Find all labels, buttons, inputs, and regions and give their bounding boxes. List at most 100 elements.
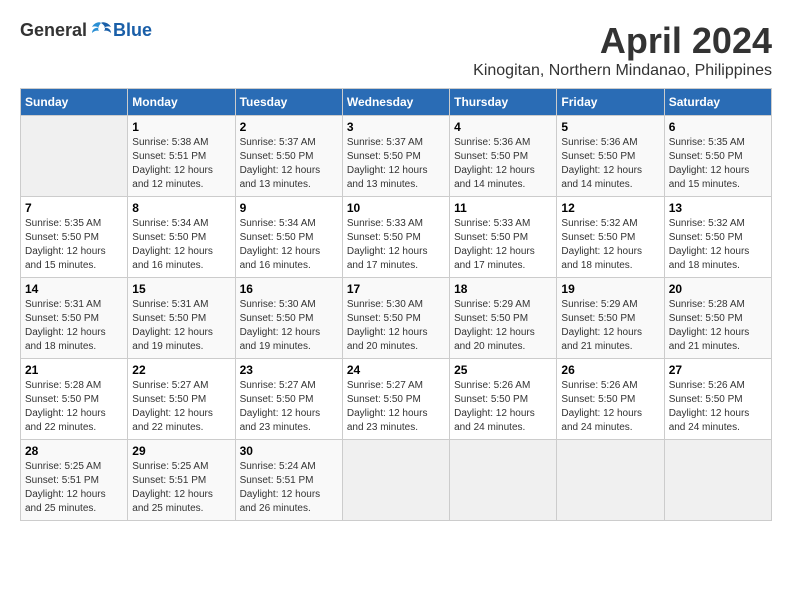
day-number: 29 bbox=[132, 444, 230, 458]
day-info: Sunrise: 5:29 AMSunset: 5:50 PMDaylight:… bbox=[561, 298, 659, 354]
day-number: 30 bbox=[240, 444, 338, 458]
page-header: General Blue April 2024 Kinogitan, North… bbox=[20, 20, 772, 80]
weekday-header-sunday: Sunday bbox=[21, 89, 128, 116]
day-number: 26 bbox=[561, 363, 659, 377]
calendar-cell: 3 Sunrise: 5:37 AMSunset: 5:50 PMDaylight… bbox=[342, 116, 449, 197]
calendar-cell bbox=[342, 440, 449, 521]
day-info: Sunrise: 5:27 AMSunset: 5:50 PMDaylight:… bbox=[347, 379, 445, 435]
calendar-cell: 8 Sunrise: 5:34 AMSunset: 5:50 PMDaylight… bbox=[128, 197, 235, 278]
day-info: Sunrise: 5:32 AMSunset: 5:50 PMDaylight:… bbox=[669, 217, 767, 273]
calendar-cell: 21Sunrise: 5:28 AMSunset: 5:50 PMDayligh… bbox=[21, 359, 128, 440]
day-info: Sunrise: 5:27 AMSunset: 5:50 PMDaylight:… bbox=[240, 379, 338, 435]
calendar-week-row: 21Sunrise: 5:28 AMSunset: 5:50 PMDayligh… bbox=[21, 359, 772, 440]
calendar-cell: 23Sunrise: 5:27 AMSunset: 5:50 PMDayligh… bbox=[235, 359, 342, 440]
calendar-header: SundayMondayTuesdayWednesdayThursdayFrid… bbox=[21, 89, 772, 116]
day-info: Sunrise: 5:31 AMSunset: 5:50 PMDaylight:… bbox=[25, 298, 123, 354]
weekday-header-tuesday: Tuesday bbox=[235, 89, 342, 116]
day-number: 28 bbox=[25, 444, 123, 458]
day-number: 20 bbox=[669, 282, 767, 296]
calendar-week-row: 14 Sunrise: 5:31 AMSunset: 5:50 PMDayligh… bbox=[21, 278, 772, 359]
calendar-cell: 26 Sunrise: 5:26 AMSunset: 5:50 PMDayligh… bbox=[557, 359, 664, 440]
day-info: Sunrise: 5:31 AMSunset: 5:50 PMDaylight:… bbox=[132, 298, 230, 354]
day-info: Sunrise: 5:37 AMSunset: 5:50 PMDaylight:… bbox=[240, 136, 338, 192]
calendar-cell: 18 Sunrise: 5:29 AMSunset: 5:50 PMDayligh… bbox=[450, 278, 557, 359]
day-info: Sunrise: 5:37 AMSunset: 5:50 PMDaylight:… bbox=[347, 136, 445, 192]
calendar-cell: 28 Sunrise: 5:25 AMSunset: 5:51 PMDayligh… bbox=[21, 440, 128, 521]
calendar-week-row: 28 Sunrise: 5:25 AMSunset: 5:51 PMDayligh… bbox=[21, 440, 772, 521]
weekday-header-saturday: Saturday bbox=[664, 89, 771, 116]
logo-blue-text: Blue bbox=[113, 20, 152, 41]
calendar-cell: 2 Sunrise: 5:37 AMSunset: 5:50 PMDaylight… bbox=[235, 116, 342, 197]
day-info: Sunrise: 5:28 AMSunset: 5:50 PMDaylight:… bbox=[669, 298, 767, 354]
day-number: 15 bbox=[132, 282, 230, 296]
calendar-week-row: 7 Sunrise: 5:35 AMSunset: 5:50 PMDaylight… bbox=[21, 197, 772, 278]
month-year-title: April 2024 bbox=[473, 20, 772, 62]
calendar-cell bbox=[450, 440, 557, 521]
day-info: Sunrise: 5:34 AMSunset: 5:50 PMDaylight:… bbox=[132, 217, 230, 273]
calendar-cell: 1 Sunrise: 5:38 AMSunset: 5:51 PMDaylight… bbox=[128, 116, 235, 197]
day-number: 12 bbox=[561, 201, 659, 215]
day-info: Sunrise: 5:26 AMSunset: 5:50 PMDaylight:… bbox=[561, 379, 659, 435]
day-info: Sunrise: 5:30 AMSunset: 5:50 PMDaylight:… bbox=[347, 298, 445, 354]
calendar-cell: 10 Sunrise: 5:33 AMSunset: 5:50 PMDayligh… bbox=[342, 197, 449, 278]
calendar-cell: 20 Sunrise: 5:28 AMSunset: 5:50 PMDayligh… bbox=[664, 278, 771, 359]
calendar-cell: 30 Sunrise: 5:24 AMSunset: 5:51 PMDayligh… bbox=[235, 440, 342, 521]
logo-general-text: General bbox=[20, 20, 87, 41]
calendar-cell bbox=[664, 440, 771, 521]
day-info: Sunrise: 5:30 AMSunset: 5:50 PMDaylight:… bbox=[240, 298, 338, 354]
day-info: Sunrise: 5:24 AMSunset: 5:51 PMDaylight:… bbox=[240, 460, 338, 516]
calendar-cell: 19Sunrise: 5:29 AMSunset: 5:50 PMDayligh… bbox=[557, 278, 664, 359]
day-info: Sunrise: 5:25 AMSunset: 5:51 PMDaylight:… bbox=[25, 460, 123, 516]
day-number: 21 bbox=[25, 363, 123, 377]
day-number: 11 bbox=[454, 201, 552, 215]
calendar-cell: 6Sunrise: 5:35 AMSunset: 5:50 PMDaylight… bbox=[664, 116, 771, 197]
calendar-cell: 5Sunrise: 5:36 AMSunset: 5:50 PMDaylight… bbox=[557, 116, 664, 197]
day-number: 24 bbox=[347, 363, 445, 377]
calendar-cell: 17 Sunrise: 5:30 AMSunset: 5:50 PMDayligh… bbox=[342, 278, 449, 359]
calendar-cell: 27Sunrise: 5:26 AMSunset: 5:50 PMDayligh… bbox=[664, 359, 771, 440]
calendar-cell bbox=[21, 116, 128, 197]
weekday-header-monday: Monday bbox=[128, 89, 235, 116]
day-number: 8 bbox=[132, 201, 230, 215]
calendar-cell: 24 Sunrise: 5:27 AMSunset: 5:50 PMDayligh… bbox=[342, 359, 449, 440]
calendar-table: SundayMondayTuesdayWednesdayThursdayFrid… bbox=[20, 88, 772, 521]
day-number: 17 bbox=[347, 282, 445, 296]
day-number: 4 bbox=[454, 120, 552, 134]
day-info: Sunrise: 5:26 AMSunset: 5:50 PMDaylight:… bbox=[454, 379, 552, 435]
day-info: Sunrise: 5:33 AMSunset: 5:50 PMDaylight:… bbox=[347, 217, 445, 273]
day-number: 2 bbox=[240, 120, 338, 134]
day-info: Sunrise: 5:25 AMSunset: 5:51 PMDaylight:… bbox=[132, 460, 230, 516]
calendar-cell: 29 Sunrise: 5:25 AMSunset: 5:51 PMDayligh… bbox=[128, 440, 235, 521]
day-number: 25 bbox=[454, 363, 552, 377]
day-number: 13 bbox=[669, 201, 767, 215]
location-subtitle: Kinogitan, Northern Mindanao, Philippine… bbox=[473, 62, 772, 80]
day-number: 1 bbox=[132, 120, 230, 134]
day-info: Sunrise: 5:27 AMSunset: 5:50 PMDaylight:… bbox=[132, 379, 230, 435]
day-info: Sunrise: 5:35 AMSunset: 5:50 PMDaylight:… bbox=[669, 136, 767, 192]
calendar-cell: 4 Sunrise: 5:36 AMSunset: 5:50 PMDaylight… bbox=[450, 116, 557, 197]
calendar-body: 1 Sunrise: 5:38 AMSunset: 5:51 PMDaylight… bbox=[21, 116, 772, 521]
title-section: April 2024 Kinogitan, Northern Mindanao,… bbox=[473, 20, 772, 80]
day-info: Sunrise: 5:29 AMSunset: 5:50 PMDaylight:… bbox=[454, 298, 552, 354]
day-number: 14 bbox=[25, 282, 123, 296]
day-number: 7 bbox=[25, 201, 123, 215]
day-info: Sunrise: 5:36 AMSunset: 5:50 PMDaylight:… bbox=[561, 136, 659, 192]
calendar-week-row: 1 Sunrise: 5:38 AMSunset: 5:51 PMDaylight… bbox=[21, 116, 772, 197]
weekday-header-thursday: Thursday bbox=[450, 89, 557, 116]
weekday-header-wednesday: Wednesday bbox=[342, 89, 449, 116]
day-number: 3 bbox=[347, 120, 445, 134]
day-number: 22 bbox=[132, 363, 230, 377]
day-number: 18 bbox=[454, 282, 552, 296]
calendar-cell: 16Sunrise: 5:30 AMSunset: 5:50 PMDayligh… bbox=[235, 278, 342, 359]
day-info: Sunrise: 5:36 AMSunset: 5:50 PMDaylight:… bbox=[454, 136, 552, 192]
day-info: Sunrise: 5:38 AMSunset: 5:51 PMDaylight:… bbox=[132, 136, 230, 192]
day-info: Sunrise: 5:34 AMSunset: 5:50 PMDaylight:… bbox=[240, 217, 338, 273]
calendar-cell: 9Sunrise: 5:34 AMSunset: 5:50 PMDaylight… bbox=[235, 197, 342, 278]
day-info: Sunrise: 5:26 AMSunset: 5:50 PMDaylight:… bbox=[669, 379, 767, 435]
calendar-cell: 7 Sunrise: 5:35 AMSunset: 5:50 PMDaylight… bbox=[21, 197, 128, 278]
calendar-cell bbox=[557, 440, 664, 521]
day-info: Sunrise: 5:35 AMSunset: 5:50 PMDaylight:… bbox=[25, 217, 123, 273]
calendar-cell: 15 Sunrise: 5:31 AMSunset: 5:50 PMDayligh… bbox=[128, 278, 235, 359]
day-info: Sunrise: 5:32 AMSunset: 5:50 PMDaylight:… bbox=[561, 217, 659, 273]
day-number: 10 bbox=[347, 201, 445, 215]
